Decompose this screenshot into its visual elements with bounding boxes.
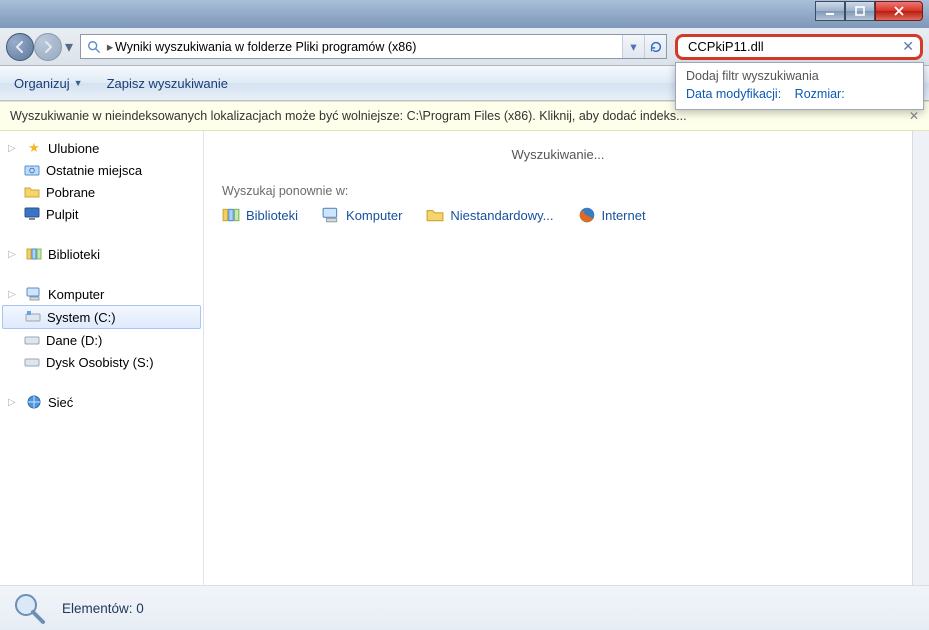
libraries-icon	[26, 246, 42, 262]
firefox-icon	[578, 206, 596, 224]
sidebar-item-label: Ostatnie miejsca	[46, 163, 142, 178]
address-text: Wyniki wyszukiwania w folderze Pliki pro…	[115, 40, 416, 54]
close-icon	[893, 5, 905, 17]
sidebar-item-label: Pobrane	[46, 185, 95, 200]
option-label: Niestandardowy...	[450, 208, 553, 223]
vertical-scrollbar[interactable]	[912, 131, 929, 585]
sidebar-network[interactable]: ▷ Sieć	[0, 391, 203, 413]
sidebar-item-label: System (C:)	[47, 310, 116, 325]
network-icon	[26, 394, 42, 410]
organize-label: Organizuj	[14, 76, 70, 91]
searching-status: Wyszukiwanie...	[204, 131, 912, 184]
clear-search-button[interactable]: ✕	[900, 38, 916, 55]
sidebar-item-label: Ulubione	[48, 141, 99, 156]
search-again-label: Wyszukaj ponownie w:	[222, 184, 894, 198]
drive-icon	[24, 354, 40, 370]
magnifier-icon	[10, 589, 48, 627]
close-infobar-button[interactable]: ✕	[909, 109, 919, 123]
sidebar-drive-s[interactable]: Dysk Osobisty (S:)	[0, 351, 203, 373]
search-icon	[85, 40, 103, 54]
address-dropdown-button[interactable]: ▾	[622, 35, 644, 58]
status-bar: Elementów: 0	[0, 585, 929, 630]
window-controls	[815, 1, 923, 21]
folder-icon	[24, 184, 40, 200]
save-search-button[interactable]: Zapisz wyszukiwanie	[107, 76, 228, 91]
expand-icon: ▷	[8, 289, 18, 300]
search-again-internet[interactable]: Internet	[578, 206, 646, 224]
option-label: Internet	[602, 208, 646, 223]
sidebar-libraries[interactable]: ▷ Biblioteki	[0, 243, 203, 265]
sidebar-drive-c[interactable]: System (C:)	[2, 305, 201, 329]
sidebar-favorites[interactable]: ▷ ★ Ulubione	[0, 137, 203, 159]
content-pane: Wyszukiwanie... Wyszukaj ponownie w: Bib…	[204, 131, 912, 585]
option-label: Komputer	[346, 208, 402, 223]
expand-icon: ▷	[8, 397, 18, 408]
search-input[interactable]	[686, 38, 900, 55]
maximize-button[interactable]	[845, 1, 875, 21]
organize-menu[interactable]: Organizuj ▼	[14, 76, 83, 91]
item-count: Elementów: 0	[62, 601, 144, 616]
navigation-bar: ▾ ▸ Wyniki wyszukiwania w folderze Pliki…	[0, 28, 929, 66]
filter-size[interactable]: Rozmiar:	[795, 87, 845, 101]
drive-icon	[25, 309, 41, 325]
sidebar-item-label: Komputer	[48, 287, 104, 302]
search-again-section: Wyszukaj ponownie w: Biblioteki Komputer	[204, 184, 912, 224]
sidebar-item-label: Biblioteki	[48, 247, 100, 262]
sidebar-item-label: Pulpit	[46, 207, 79, 222]
maximize-icon	[854, 5, 866, 17]
close-button[interactable]	[875, 1, 923, 21]
minimize-button[interactable]	[815, 1, 845, 21]
address-bar[interactable]: ▸ Wyniki wyszukiwania w folderze Pliki p…	[80, 34, 667, 59]
breadcrumb-separator: ▸	[105, 39, 115, 54]
search-box[interactable]: ✕	[675, 34, 923, 60]
drive-icon	[24, 332, 40, 348]
sidebar-computer[interactable]: ▷ Komputer	[0, 283, 203, 305]
sidebar-desktop[interactable]: Pulpit	[0, 203, 203, 225]
search-filter-header: Dodaj filtr wyszukiwania	[676, 63, 923, 85]
search-filter-dropdown: Dodaj filtr wyszukiwania Data modyfikacj…	[675, 62, 924, 110]
index-info-text: Wyszukiwanie w nieindeksowanych lokaliza…	[10, 109, 687, 123]
navigation-pane: ▷ ★ Ulubione Ostatnie miejsca Pobrane	[0, 131, 204, 585]
expand-icon: ▷	[8, 249, 18, 260]
arrow-left-icon	[13, 40, 27, 54]
search-again-computer[interactable]: Komputer	[322, 206, 402, 224]
filter-date-modified[interactable]: Data modyfikacji:	[686, 87, 781, 101]
nav-arrows: ▾	[6, 33, 76, 61]
refresh-button[interactable]	[644, 35, 666, 58]
folder-icon	[426, 206, 444, 224]
minimize-icon	[824, 5, 836, 17]
explorer-body: ▷ ★ Ulubione Ostatnie miejsca Pobrane	[0, 131, 929, 585]
refresh-icon	[649, 40, 663, 54]
star-icon: ★	[26, 140, 42, 156]
recent-places-icon	[24, 162, 40, 178]
arrow-right-icon	[41, 40, 55, 54]
search-again-libraries[interactable]: Biblioteki	[222, 206, 298, 224]
libraries-icon	[222, 206, 240, 224]
desktop-icon	[24, 206, 40, 222]
search-again-custom[interactable]: Niestandardowy...	[426, 206, 553, 224]
chevron-down-icon: ▼	[74, 78, 83, 88]
option-label: Biblioteki	[246, 208, 298, 223]
computer-icon	[26, 286, 42, 302]
sidebar-drive-d[interactable]: Dane (D:)	[0, 329, 203, 351]
computer-icon	[322, 206, 340, 224]
sidebar-item-label: Dysk Osobisty (S:)	[46, 355, 154, 370]
forward-button[interactable]	[34, 33, 62, 61]
sidebar-item-label: Sieć	[48, 395, 73, 410]
expand-icon: ▷	[8, 143, 18, 154]
sidebar-item-label: Dane (D:)	[46, 333, 102, 348]
save-search-label: Zapisz wyszukiwanie	[107, 76, 228, 91]
window-titlebar	[0, 0, 929, 28]
sidebar-downloads[interactable]: Pobrane	[0, 181, 203, 203]
back-button[interactable]	[6, 33, 34, 61]
recent-locations-dropdown[interactable]: ▾	[62, 37, 76, 57]
sidebar-recent-places[interactable]: Ostatnie miejsca	[0, 159, 203, 181]
